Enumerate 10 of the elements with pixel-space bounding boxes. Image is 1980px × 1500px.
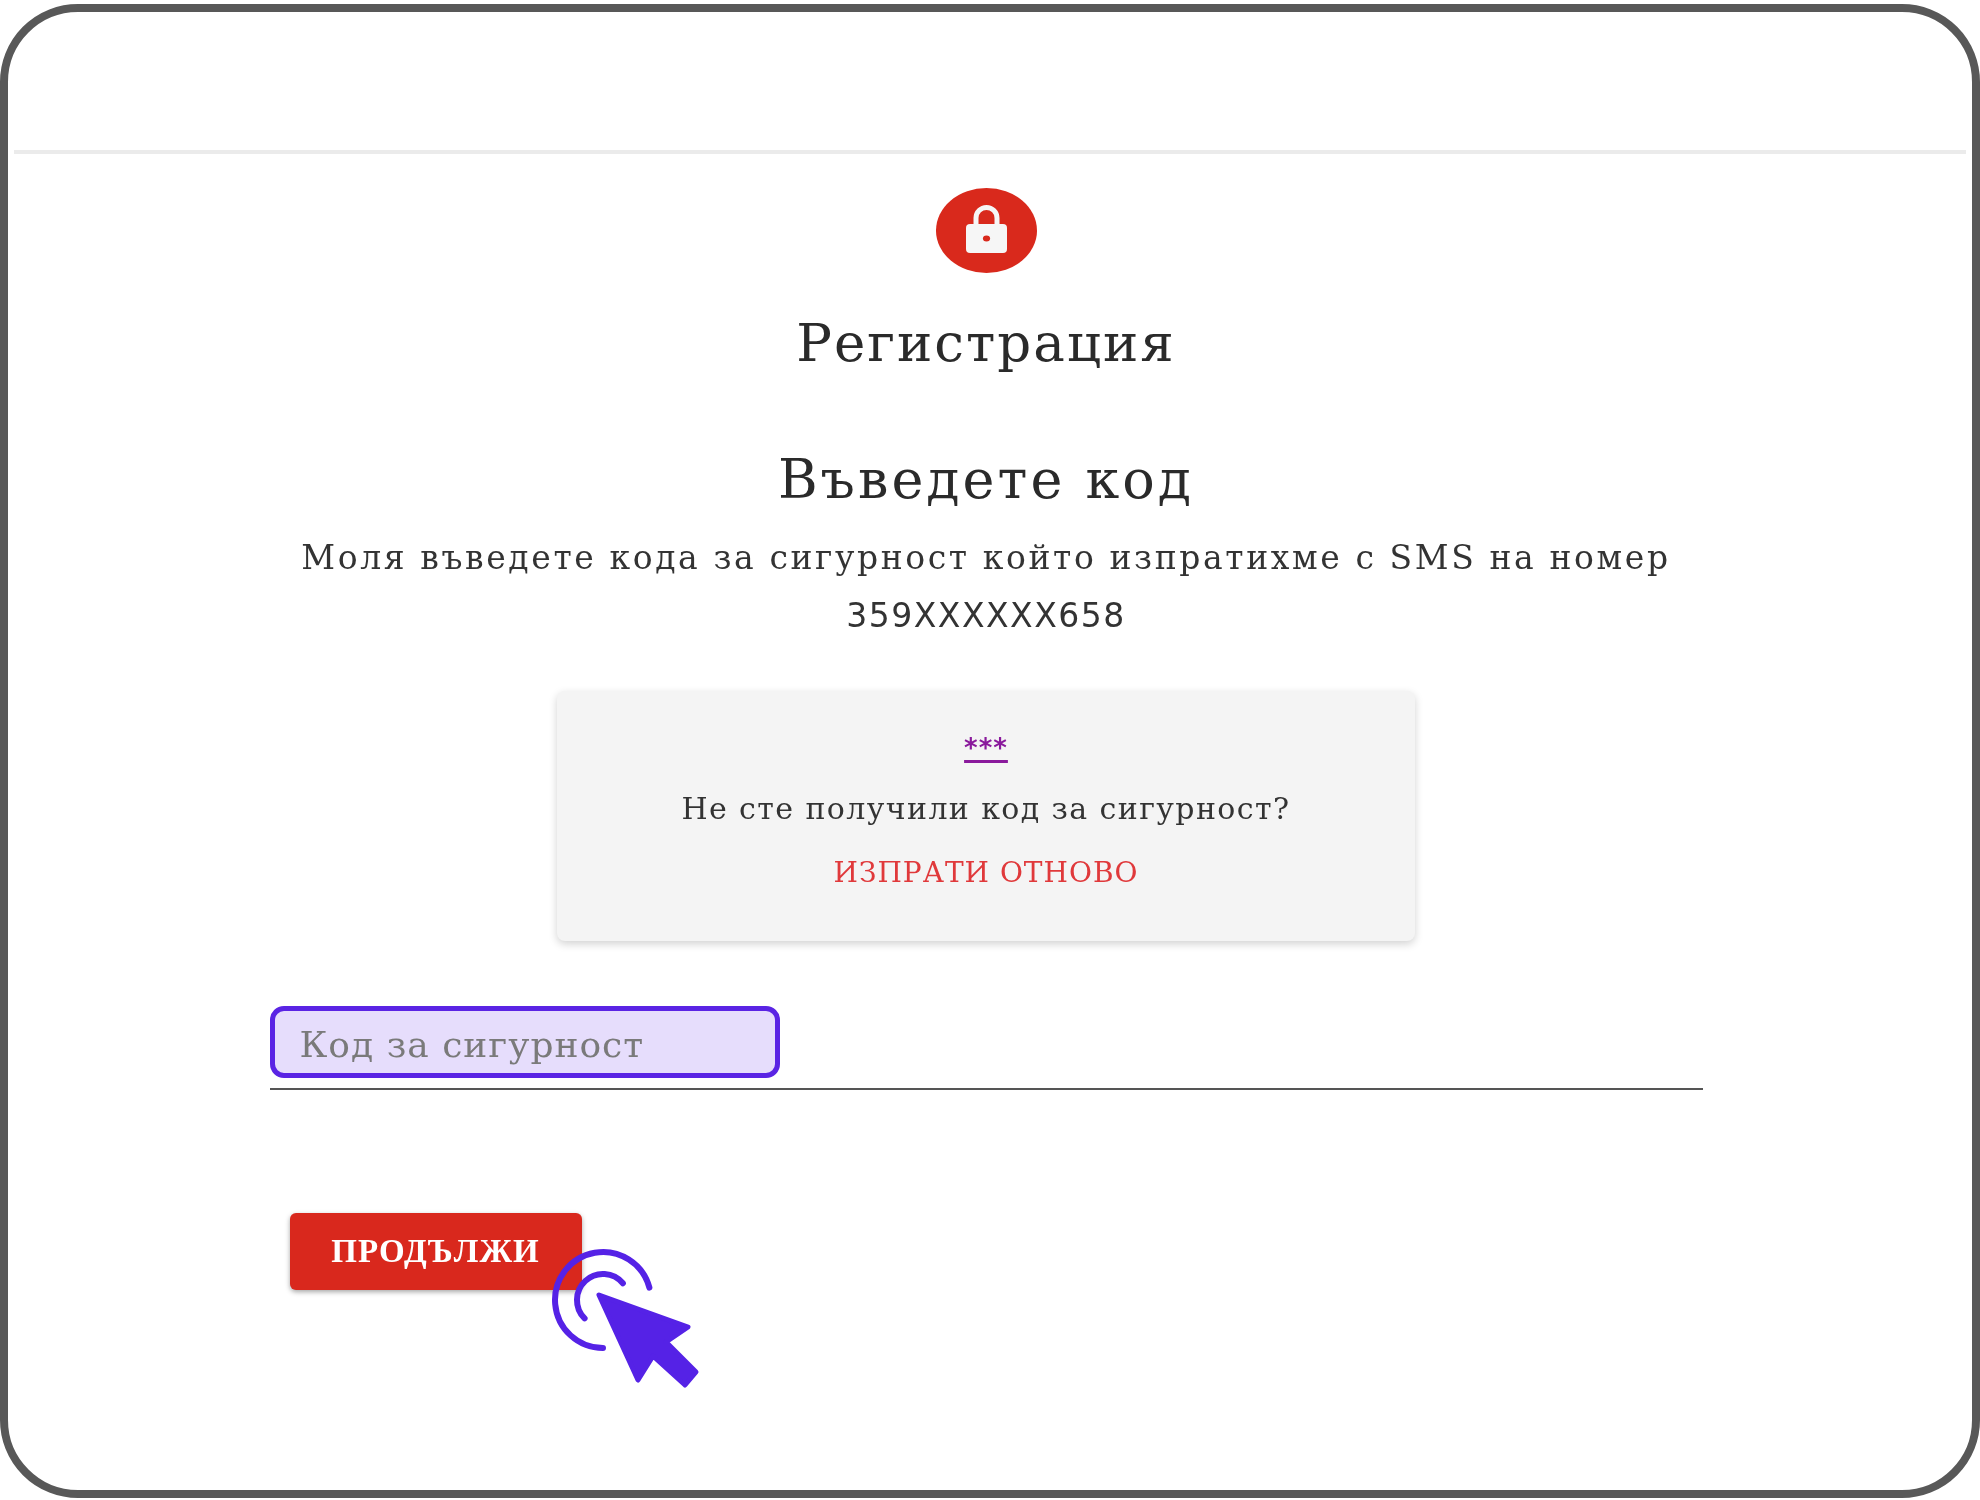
section-heading: Въведете код [777, 450, 1195, 510]
page-title: Регистрация [796, 313, 1176, 373]
lock-icon [935, 188, 1037, 273]
continue-button[interactable]: ПРОДЪЛЖИ [289, 1213, 582, 1290]
click-cursor-icon [549, 1248, 700, 1390]
resend-link[interactable]: ИЗПРАТИ ОТНОВО [833, 857, 1139, 889]
masked-code: *** [964, 733, 1008, 763]
resend-question: Не сте получили код за сигурност? [681, 791, 1291, 827]
instruction-text: Моля въведете кода за сигурност който изпратихме с SMS на номер 359XXXXXX658 [300, 537, 1672, 637]
code-input-field[interactable]: Код за сигурност [269, 1000, 1703, 1090]
